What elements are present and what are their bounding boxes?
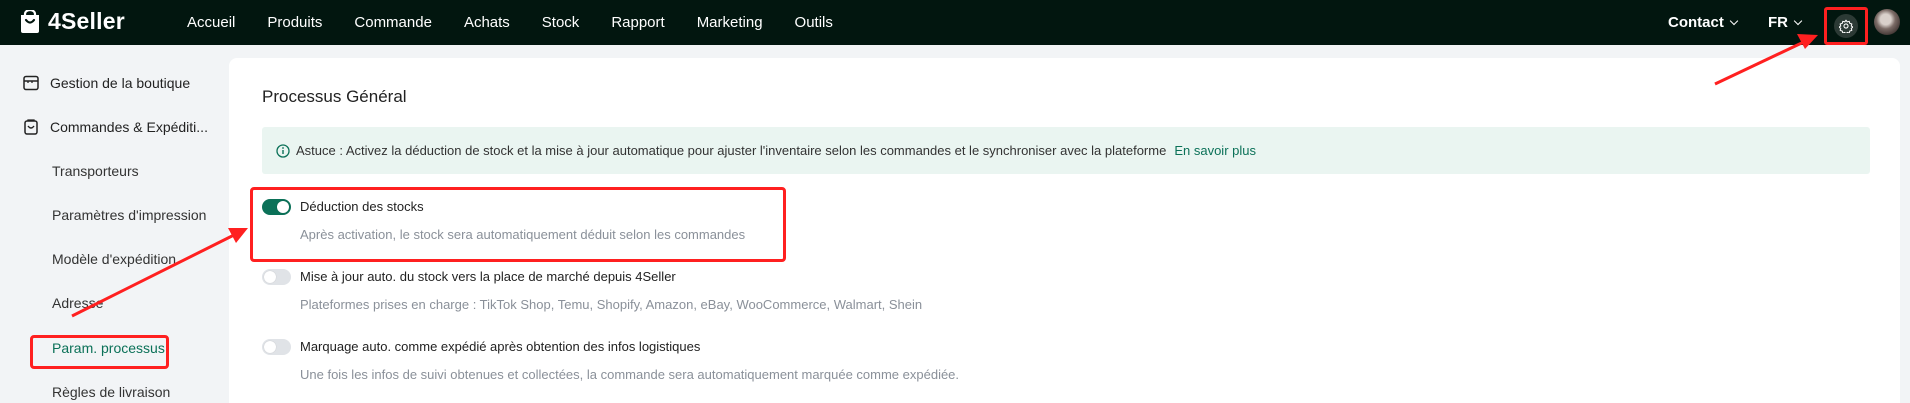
contact-menu[interactable]: Contact (1668, 0, 1739, 45)
annotation-highlight-box (250, 187, 786, 262)
sidebar-item-impression[interactable]: Paramètres d'impression (52, 207, 206, 223)
main-nav: Accueil Produits Commande Achats Stock R… (187, 0, 865, 45)
setting-description: Une fois les infos de suivi obtenues et … (300, 367, 960, 382)
order-bag-icon (22, 118, 40, 136)
sidebar-group-label: Gestion de la boutique (50, 75, 191, 91)
logo-text: 4Seller (48, 8, 125, 34)
top-navigation-bar: 4Seller Accueil Produits Commande Achats… (0, 0, 1910, 45)
avatar[interactable] (1874, 9, 1900, 35)
setting-label: Mise à jour auto. du stock vers la place… (300, 269, 676, 284)
setting-description: Plateformes prises en charge : TikTok Sh… (300, 297, 923, 312)
marketplace-sync-toggle[interactable] (262, 269, 291, 285)
settings-button[interactable] (1824, 7, 1868, 45)
nav-achats[interactable]: Achats (464, 14, 510, 31)
setting-label: Marquage auto. comme expédié après obten… (300, 339, 701, 354)
nav-outils[interactable]: Outils (795, 14, 833, 31)
sidebar-group-label: Commandes & Expéditi... (50, 119, 208, 135)
nav-produits[interactable]: Produits (267, 14, 322, 31)
sidebar-item-regles-livraison[interactable]: Règles de livraison (52, 384, 170, 400)
gear-icon (1834, 14, 1858, 38)
language-label: FR (1768, 14, 1788, 31)
page-title: Processus Général (262, 87, 407, 106)
sidebar-group-orders[interactable]: Commandes & Expéditi... (22, 118, 208, 136)
info-icon (276, 143, 290, 158)
auto-shipped-toggle[interactable] (262, 339, 291, 355)
nav-marketing[interactable]: Marketing (697, 14, 763, 31)
nav-accueil[interactable]: Accueil (187, 14, 235, 31)
nav-commande[interactable]: Commande (354, 14, 432, 31)
nav-stock[interactable]: Stock (542, 14, 580, 31)
language-menu[interactable]: FR (1768, 0, 1803, 45)
toggle-knob (264, 271, 276, 283)
sidebar-item-adresse[interactable]: Adresse (52, 295, 103, 311)
chevron-down-icon (1729, 16, 1739, 25)
learn-more-link[interactable]: En savoir plus (1174, 143, 1256, 158)
tip-banner: Astuce : Activez la déduction de stock e… (262, 127, 1870, 174)
shopping-bag-logo-icon (18, 8, 42, 34)
annotation-highlight-box (30, 335, 169, 369)
shop-icon (22, 74, 40, 92)
sidebar-item-modele-expedition[interactable]: Modèle d'expédition (52, 251, 176, 267)
contact-label: Contact (1668, 14, 1724, 31)
sidebar-group-shop[interactable]: Gestion de la boutique (22, 74, 190, 92)
toggle-knob (264, 341, 276, 353)
nav-rapport[interactable]: Rapport (611, 14, 664, 31)
tip-text: Astuce : Activez la déduction de stock e… (296, 143, 1167, 158)
sidebar-item-transporteurs[interactable]: Transporteurs (52, 163, 139, 179)
chevron-down-icon (1793, 16, 1803, 25)
logo[interactable]: 4Seller (18, 8, 125, 35)
